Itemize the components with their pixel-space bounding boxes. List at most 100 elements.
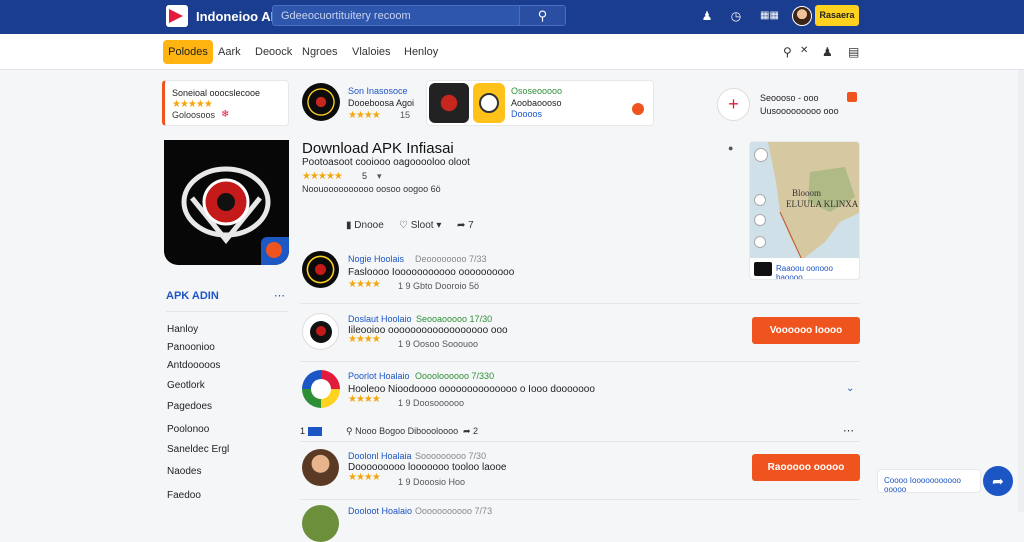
action-count[interactable]: 1 xyxy=(300,426,322,437)
app-name[interactable]: Poorlot Hoalaio xyxy=(348,371,410,381)
main-app-icon[interactable] xyxy=(164,140,289,265)
badge-icon xyxy=(266,242,282,258)
add-button[interactable]: + xyxy=(717,88,750,121)
sidebar-divider xyxy=(166,311,288,312)
app-icon[interactable] xyxy=(302,251,339,288)
save-button[interactable]: ♡ Sloot ▾ xyxy=(399,220,441,231)
chevron-down-icon[interactable]: ▾ xyxy=(377,171,382,182)
emoji-icon xyxy=(479,93,499,113)
sidebar-item-4[interactable]: Geotlork xyxy=(167,380,205,391)
map-label-b: ELUULA KLINXA xyxy=(786,199,859,209)
featured-app-rating: 15 xyxy=(400,110,411,120)
logo[interactable] xyxy=(166,5,188,27)
app-name[interactable]: Dooloot Hoalaio xyxy=(348,506,412,516)
app-tag: Deoooooooo 7/33 xyxy=(415,254,487,264)
header-cta-button[interactable]: Rasaera xyxy=(815,5,859,26)
app-icon[interactable] xyxy=(302,313,339,350)
sidebar-item-7[interactable]: Saneldec Ergl xyxy=(167,444,229,455)
tab-2[interactable]: Deoock xyxy=(255,46,292,58)
tab-3[interactable]: Ngroes xyxy=(302,46,337,58)
featured-app-desc: Dooeboosa Agoi xyxy=(348,98,415,108)
search-icon[interactable]: ⚲ xyxy=(783,45,792,59)
sidebar-item-3[interactable]: Antdooooos xyxy=(167,360,220,371)
action-comments[interactable]: ⚲ Nooo Bogoo Diboooloooo xyxy=(346,426,458,437)
map-label-a: Blooom xyxy=(792,188,822,198)
tab-4[interactable]: Vlaloies xyxy=(352,46,391,58)
featured-app-icon[interactable] xyxy=(302,83,340,121)
map-control-icon[interactable] xyxy=(754,236,766,248)
action-count-label: 1 xyxy=(300,426,306,436)
app-name[interactable]: Nogie Hoolais xyxy=(348,254,404,264)
search-button[interactable]: ⚲ xyxy=(519,6,565,25)
user-add-icon[interactable]: ♟ xyxy=(822,45,833,59)
featured2-line3: Doooos xyxy=(511,109,543,119)
app-stars: ★★★★ xyxy=(348,279,381,290)
map-footer-text: Raaoou oonooo baoooo xyxy=(776,264,833,280)
top-bar: Indoneioo APK ⚲ ♟ ◷ ▦▦ Rasaera xyxy=(0,0,1024,34)
map-card[interactable]: Blooom ELUULA KLINXA Raaoou oonooo baooo… xyxy=(749,141,860,280)
sidebar-item-8[interactable]: Naodes xyxy=(167,466,201,477)
promo-stars: ★★★★★ xyxy=(172,99,213,110)
more-icon[interactable]: ⋯ xyxy=(274,289,285,302)
map-thumb xyxy=(754,262,772,276)
scrollbar[interactable] xyxy=(1018,70,1024,512)
app-icon[interactable] xyxy=(302,449,339,486)
comment-icon: ⚲ xyxy=(346,426,356,436)
save-label: Sloot xyxy=(410,220,434,231)
avatar[interactable] xyxy=(792,6,812,26)
app-stars: ★★★★ xyxy=(348,334,381,345)
search-input[interactable] xyxy=(281,8,511,24)
tab-1[interactable]: Aark xyxy=(218,46,241,58)
badge-icon xyxy=(847,92,857,102)
chat-launcher-button[interactable]: ➦ xyxy=(983,466,1013,496)
app-icon[interactable] xyxy=(302,505,339,542)
tab-5[interactable]: Henloy xyxy=(404,46,438,58)
action-comments-label: Nooo Bogoo Diboooloooo xyxy=(355,426,459,436)
row-divider xyxy=(300,441,860,442)
sidebar-item-1[interactable]: Hanloy xyxy=(167,324,198,335)
tab-active[interactable]: Polodes xyxy=(163,40,213,64)
action-share[interactable]: ➦ 2 xyxy=(463,426,478,437)
app-icon[interactable] xyxy=(302,370,340,408)
app-meta: 1 9 Doosoooooo xyxy=(398,398,465,408)
sidebar-item-2[interactable]: Panoonioo xyxy=(167,342,215,353)
app-desc: Hooleoo Nioodoooo oooooooooooooo o Iooo … xyxy=(348,384,595,395)
app-tag: Sooooooooo 7/30 xyxy=(415,451,487,461)
chevron-down-icon[interactable]: ⌄ xyxy=(846,383,854,394)
download-button[interactable]: Voooooo Ioooo xyxy=(752,317,860,344)
featured-app-name[interactable]: Son Inasosoce xyxy=(348,86,408,96)
like-button[interactable]: ▮ Dnooe xyxy=(346,220,384,231)
more-icon[interactable]: ⋯ xyxy=(843,424,854,437)
app-name[interactable]: Doslaut Hoolaio xyxy=(348,314,412,324)
map-control-icon[interactable] xyxy=(754,148,768,162)
app-stars: ★★★★ xyxy=(348,394,381,405)
page-title: Download APK Infiasai xyxy=(302,140,454,157)
app-desc: Fasloooo Iooooooooooo oooooooooo xyxy=(348,267,515,278)
sidebar-section-title: APK ADIN xyxy=(166,290,219,302)
promo-card[interactable]: Soneioal ooocslecooe ★★★★★ Goloosoos ❄ xyxy=(162,80,289,126)
featured2-line2: Aoobaoooso xyxy=(511,98,562,108)
sidebar-item-6[interactable]: Poolonoo xyxy=(167,424,209,435)
map-control-icon[interactable] xyxy=(754,214,766,226)
map-control-icon[interactable] xyxy=(754,194,766,206)
grid-icon[interactable]: ▦▦ xyxy=(760,9,779,23)
app-name[interactable]: Doolonl Hoalaia xyxy=(348,451,412,461)
close-icon[interactable]: ✕ xyxy=(800,45,808,56)
share-icon: ➦ xyxy=(457,220,469,231)
chat-bubble[interactable]: Coooo Iooooooooooo ooooo xyxy=(877,469,981,494)
share-icon: ➦ xyxy=(463,426,474,436)
sidebar-item-9[interactable]: Faedoo xyxy=(167,490,201,501)
share-button[interactable]: ➦ 7 xyxy=(457,220,474,231)
bell-icon[interactable]: ▤ xyxy=(848,45,859,59)
user-icon[interactable]: ♟ xyxy=(700,9,714,23)
app-tag: Seooaooooo 17/30 xyxy=(416,314,493,324)
sidebar-item-5[interactable]: Pagedoes xyxy=(167,401,212,412)
featured-card-2[interactable]: Ososeooooo Aoobaoooso Doooos xyxy=(426,80,654,126)
featured2-name: Ososeooooo xyxy=(511,86,563,96)
share-label: 7 xyxy=(468,220,474,231)
clock-icon[interactable]: ◷ xyxy=(729,9,743,23)
right-card-title[interactable]: Seoooso - ooo xyxy=(760,93,819,103)
more-icon[interactable]: ● xyxy=(728,143,733,153)
chat-text: Coooo Iooooooooooo ooooo xyxy=(884,476,961,494)
download-button[interactable]: Raooooo ooooo xyxy=(752,454,860,481)
